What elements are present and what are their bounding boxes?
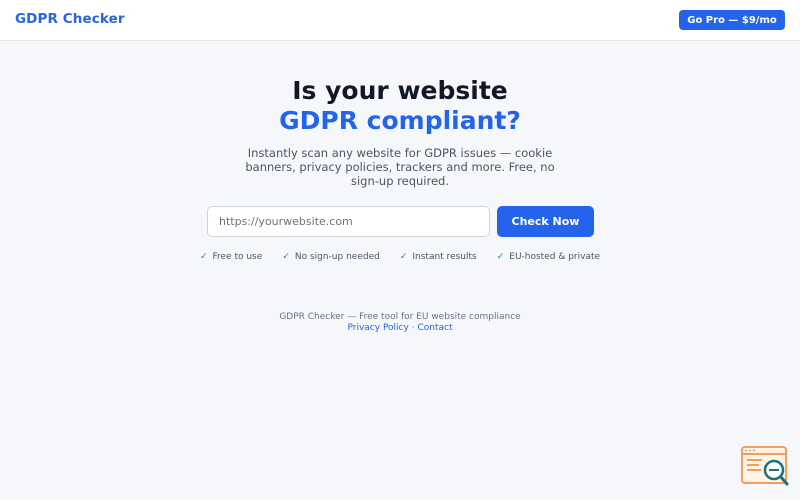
privacy-policy-link[interactable]: Privacy Policy: [348, 323, 409, 333]
feature-label: EU-hosted & private: [509, 252, 601, 262]
url-input[interactable]: [207, 206, 490, 237]
footer-links: Privacy Policy · Contact: [0, 323, 800, 334]
feature-item: ✓ EU-hosted & private: [497, 252, 600, 262]
feature-item: ✓ No sign-up needed: [282, 252, 380, 262]
brand-logo[interactable]: GDPR Checker: [15, 11, 125, 27]
feature-item: ✓ Instant results: [400, 252, 477, 262]
feature-label: Instant results: [412, 252, 477, 262]
go-pro-button[interactable]: Go Pro — $9/mo: [679, 10, 785, 30]
footer-tagline: GDPR Checker — Free tool for EU website …: [279, 312, 521, 322]
feature-label: Free to use: [212, 252, 263, 262]
check-now-button[interactable]: Check Now: [497, 206, 594, 237]
title-line-2: GDPR compliant?: [279, 106, 521, 135]
footer-separator: ·: [411, 322, 415, 333]
scan-widget-icon[interactable]: [740, 445, 792, 489]
check-icon: ✓: [199, 252, 208, 262]
browser-search-icon: [741, 446, 789, 486]
check-icon: ✓: [496, 252, 505, 262]
title-line-1: Is your website: [292, 76, 508, 105]
feature-item: ✓ Free to use: [200, 252, 262, 262]
feature-label: No sign-up needed: [294, 252, 380, 262]
page-title: Is your website GDPR compliant?: [0, 76, 800, 136]
check-icon: ✓: [399, 252, 408, 262]
feature-list: ✓ Free to use ✓ No sign-up needed ✓ Inst…: [0, 252, 800, 262]
contact-link[interactable]: Contact: [417, 323, 452, 333]
top-nav: GDPR Checker Go Pro — $9/mo: [0, 0, 800, 41]
check-icon: ✓: [282, 252, 290, 262]
hero-subtitle: Instantly scan any website for GDPR issu…: [245, 146, 555, 188]
page-footer: GDPR Checker — Free tool for EU website …: [0, 312, 800, 333]
